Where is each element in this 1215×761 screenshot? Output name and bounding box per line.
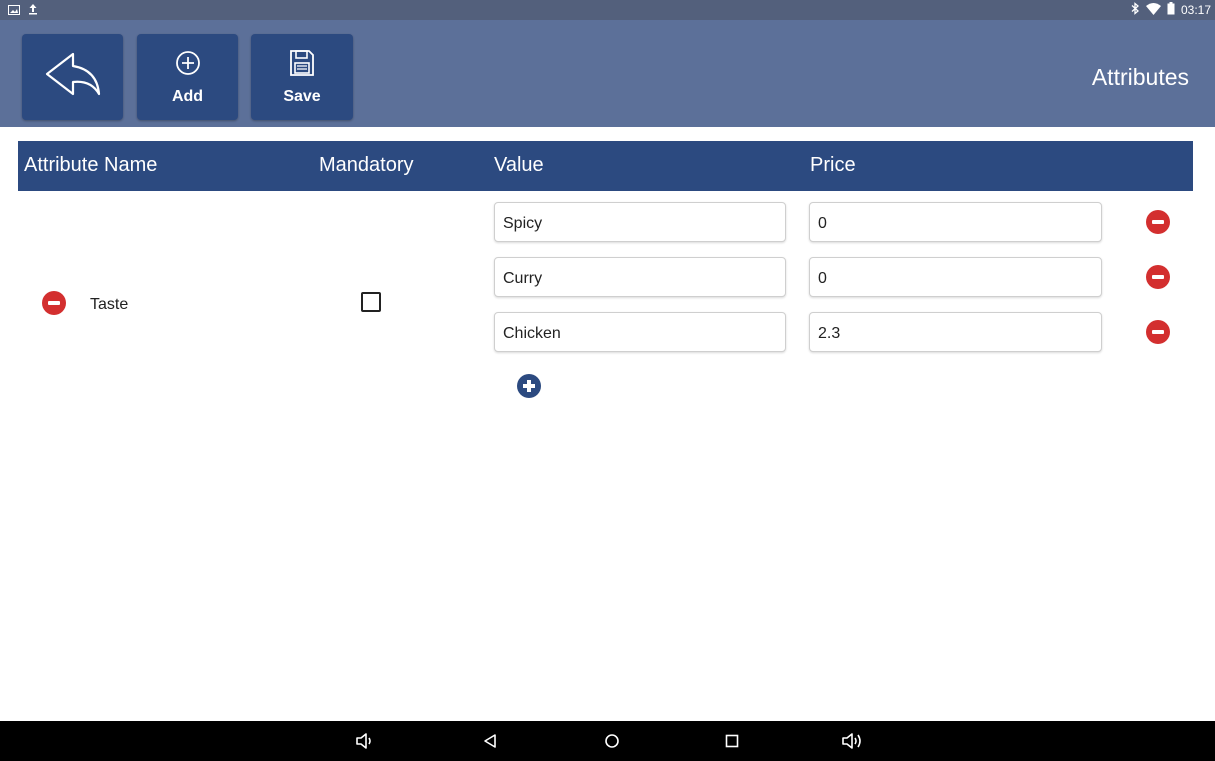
header-mandatory: Mandatory — [319, 154, 414, 176]
add-value-button[interactable] — [517, 374, 541, 398]
add-circle-icon — [174, 49, 202, 82]
image-icon — [8, 4, 20, 18]
upload-icon — [28, 3, 38, 18]
attribute-name[interactable]: Taste — [90, 296, 128, 314]
recents-icon[interactable] — [718, 729, 746, 753]
header-attribute-name: Attribute Name — [24, 154, 158, 176]
nav-back-icon[interactable] — [476, 729, 504, 753]
volume-up-icon[interactable] — [840, 729, 868, 753]
status-bar: 03:17 — [0, 0, 1215, 20]
status-time: 03:17 — [1180, 3, 1211, 17]
table-header: Attribute Name Mandatory Value Price — [18, 141, 1193, 191]
volume-down-icon[interactable] — [352, 729, 380, 753]
save-label: Save — [283, 87, 321, 105]
bluetooth-icon — [1130, 2, 1140, 18]
back-button[interactable] — [22, 34, 123, 120]
save-button[interactable]: Save — [251, 34, 353, 120]
floppy-disk-icon — [289, 49, 315, 82]
add-label: Add — [171, 87, 204, 105]
remove-value-button[interactable] — [1146, 320, 1170, 344]
value-input[interactable]: Curry — [494, 257, 786, 297]
wifi-icon — [1145, 2, 1161, 18]
add-button[interactable]: Add — [137, 34, 238, 120]
toolbar: Add Save Attributes — [0, 20, 1215, 127]
header-value: Value — [494, 154, 544, 176]
home-icon[interactable] — [598, 729, 626, 753]
back-arrow-icon — [43, 50, 103, 105]
mandatory-checkbox[interactable] — [361, 292, 381, 312]
price-input[interactable]: 2.3 — [809, 312, 1102, 352]
navigation-bar — [0, 721, 1215, 761]
price-input[interactable]: 0 — [809, 257, 1102, 297]
value-input[interactable]: Spicy — [494, 202, 786, 242]
price-input[interactable]: 0 — [809, 202, 1102, 242]
remove-value-button[interactable] — [1146, 210, 1170, 234]
value-input[interactable]: Chicken — [494, 312, 786, 352]
remove-value-button[interactable] — [1146, 265, 1170, 289]
remove-attribute-button[interactable] — [42, 291, 66, 315]
battery-icon — [1167, 2, 1175, 18]
header-price: Price — [810, 154, 856, 176]
page-title: Attributes — [1091, 64, 1189, 90]
